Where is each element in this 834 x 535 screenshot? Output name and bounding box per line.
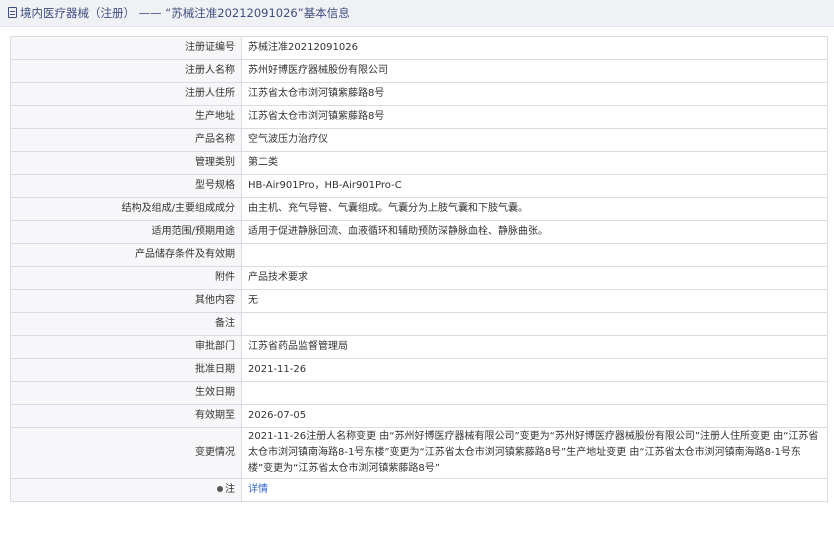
row-label-management-class: 管理类别 [10,151,242,175]
row-value-note: 详情 [241,478,828,502]
row-label-changes: 变更情况 [10,427,242,479]
note-label: 注 [225,484,235,495]
table-row: 生效日期 [10,381,828,405]
table-row: 产品名称 空气波压力治疗仪 [10,128,828,152]
row-value-structure: 由主机、充气导管、气囊组成。气囊分为上肢气囊和下肢气囊。 [241,197,828,221]
row-value-registrant-name: 苏州好博医疗器械股份有限公司 [241,59,828,83]
row-value-production-address: 江苏省太仓市浏河镇紫藤路8号 [241,105,828,129]
table-row: 变更情况 2021-11-26注册人名称变更 由“苏州好博医疗器械有限公司”变更… [10,427,828,479]
row-label-note: 注 [10,478,242,502]
info-table: 注册证编号 苏械注准20212091026 注册人名称 苏州好博医疗器械股份有限… [10,36,828,502]
row-label-attachment: 附件 [10,266,242,290]
table-row: 附件 产品技术要求 [10,266,828,290]
table-row: 适用范围/预期用途 适用于促进静脉回流、血液循环和辅助预防深静脉血栓、静脉曲张。 [10,220,828,244]
row-value-valid-until: 2026-07-05 [241,404,828,428]
info-table-container: 注册证编号 苏械注准20212091026 注册人名称 苏州好博医疗器械股份有限… [10,36,828,502]
row-value-approval-dept: 江苏省药品监督管理局 [241,335,828,359]
row-value-other: 无 [241,289,828,313]
document-icon [8,7,17,18]
row-label-effective-date: 生效日期 [10,381,242,405]
row-label-registrant-address: 注册人住所 [10,82,242,106]
row-label-valid-until: 有效期至 [10,404,242,428]
row-label-approval-date: 批准日期 [10,358,242,382]
row-value-effective-date [241,381,828,405]
table-row: 注册证编号 苏械注准20212091026 [10,36,828,60]
page-header: 境内医疗器械（注册） —— “苏械注准20212091026”基本信息 [0,0,834,27]
table-row: 产品储存条件及有效期 [10,243,828,267]
row-value-storage [241,243,828,267]
table-row: 注册人名称 苏州好博医疗器械股份有限公司 [10,59,828,83]
row-label-intended-use: 适用范围/预期用途 [10,220,242,244]
table-row: 生产地址 江苏省太仓市浏河镇紫藤路8号 [10,105,828,129]
row-label-product-name: 产品名称 [10,128,242,152]
page-title: 境内医疗器械（注册） —— “苏械注准20212091026”基本信息 [20,6,350,20]
note-icon [217,486,223,492]
row-label-remarks: 备注 [10,312,242,336]
row-value-attachment: 产品技术要求 [241,266,828,290]
row-value-management-class: 第二类 [241,151,828,175]
row-label-production-address: 生产地址 [10,105,242,129]
row-value-product-name: 空气波压力治疗仪 [241,128,828,152]
row-value-remarks [241,312,828,336]
table-row: 管理类别 第二类 [10,151,828,175]
table-row: 备注 [10,312,828,336]
table-row: 型号规格 HB-Air901Pro，HB-Air901Pro-C [10,174,828,198]
table-row: 其他内容 无 [10,289,828,313]
details-link[interactable]: 详情 [248,484,268,495]
row-label-approval-dept: 审批部门 [10,335,242,359]
row-label-registrant-name: 注册人名称 [10,59,242,83]
row-label-model-spec: 型号规格 [10,174,242,198]
row-value-registration-no: 苏械注准20212091026 [241,36,828,60]
row-label-structure: 结构及组成/主要组成成分 [10,197,242,221]
row-label-storage: 产品储存条件及有效期 [10,243,242,267]
table-row: 结构及组成/主要组成成分 由主机、充气导管、气囊组成。气囊分为上肢气囊和下肢气囊… [10,197,828,221]
row-label-other: 其他内容 [10,289,242,313]
row-value-intended-use: 适用于促进静脉回流、血液循环和辅助预防深静脉血栓、静脉曲张。 [241,220,828,244]
table-row: 有效期至 2026-07-05 [10,404,828,428]
row-value-model-spec: HB-Air901Pro，HB-Air901Pro-C [241,174,828,198]
table-row: 注册人住所 江苏省太仓市浏河镇紫藤路8号 [10,82,828,106]
table-row: 审批部门 江苏省药品监督管理局 [10,335,828,359]
row-value-changes: 2021-11-26注册人名称变更 由“苏州好博医疗器械有限公司”变更为“苏州好… [241,427,828,479]
row-value-approval-date: 2021-11-26 [241,358,828,382]
row-value-registrant-address: 江苏省太仓市浏河镇紫藤路8号 [241,82,828,106]
table-row: 注 详情 [10,478,828,502]
table-row: 批准日期 2021-11-26 [10,358,828,382]
row-label-registration-no: 注册证编号 [10,36,242,60]
